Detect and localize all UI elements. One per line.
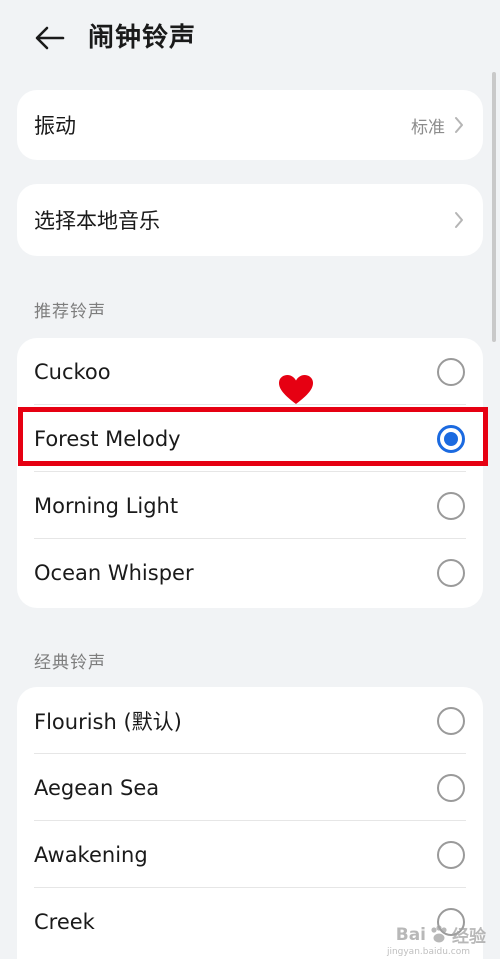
local-music-label: 选择本地音乐 — [34, 209, 160, 233]
vibration-setting[interactable]: 振动 标准 — [17, 90, 483, 160]
classic-ringtone-list: Flourish (默认) Aegean Sea Awakening Creek — [17, 687, 483, 959]
ringtone-label: Aegean Sea — [34, 775, 160, 800]
recommended-ringtone-list: Cuckoo Forest Melody Morning Light Ocean… — [17, 338, 483, 608]
radio-button[interactable] — [437, 773, 465, 802]
radio-button-selected[interactable] — [437, 424, 465, 453]
ringtone-item-awakening[interactable]: Awakening — [17, 821, 483, 888]
radio-button[interactable] — [437, 491, 465, 520]
ringtone-item-cuckoo[interactable]: Cuckoo — [17, 338, 483, 405]
ringtone-label: Creek — [34, 909, 95, 934]
vibration-label: 振动 — [34, 114, 76, 138]
chevron-right-icon — [453, 115, 465, 135]
watermark-brand: Bai — [395, 924, 426, 945]
recommended-section-label: 推荐铃声 — [34, 302, 106, 322]
page-title: 闹钟铃声 — [88, 23, 197, 53]
watermark-brand-tail: 经验 — [452, 927, 486, 947]
ringtone-item-flourish[interactable]: Flourish (默认) — [17, 687, 483, 754]
ringtone-item-aegean-sea[interactable]: Aegean Sea — [17, 754, 483, 821]
ringtone-label: Awakening — [34, 842, 148, 867]
radio-button[interactable] — [437, 357, 465, 386]
ringtone-label: Flourish (默认) — [34, 709, 182, 734]
vibration-value: 标准 — [411, 117, 445, 138]
ringtone-label: Morning Light — [34, 493, 179, 518]
heart-icon — [279, 375, 313, 404]
arrow-left-icon — [35, 26, 65, 50]
watermark: Bai 经验 — [395, 922, 486, 948]
ringtone-label: Cuckoo — [34, 359, 111, 384]
vibration-card: 振动 标准 — [17, 90, 483, 160]
scrollbar[interactable] — [492, 72, 496, 342]
radio-button[interactable] — [437, 558, 465, 587]
local-music-card: 选择本地音乐 — [17, 184, 483, 256]
ringtone-label: Forest Melody — [34, 426, 181, 451]
chevron-right-icon — [453, 210, 465, 230]
radio-button[interactable] — [437, 706, 465, 735]
watermark-url: jingyan.baidu.com — [386, 947, 470, 957]
ringtone-item-morning-light[interactable]: Morning Light — [17, 472, 483, 539]
ringtone-label: Ocean Whisper — [34, 560, 194, 585]
radio-dot — [444, 431, 458, 446]
classic-section-label: 经典铃声 — [34, 653, 106, 673]
local-music-setting[interactable]: 选择本地音乐 — [17, 184, 483, 256]
back-button[interactable] — [30, 20, 70, 56]
ringtone-item-ocean-whisper[interactable]: Ocean Whisper — [17, 539, 483, 606]
radio-button[interactable] — [437, 840, 465, 869]
app-header: 闹钟铃声 — [0, 0, 500, 78]
paw-icon — [431, 924, 447, 942]
ringtone-item-forest-melody[interactable]: Forest Melody — [17, 405, 483, 472]
